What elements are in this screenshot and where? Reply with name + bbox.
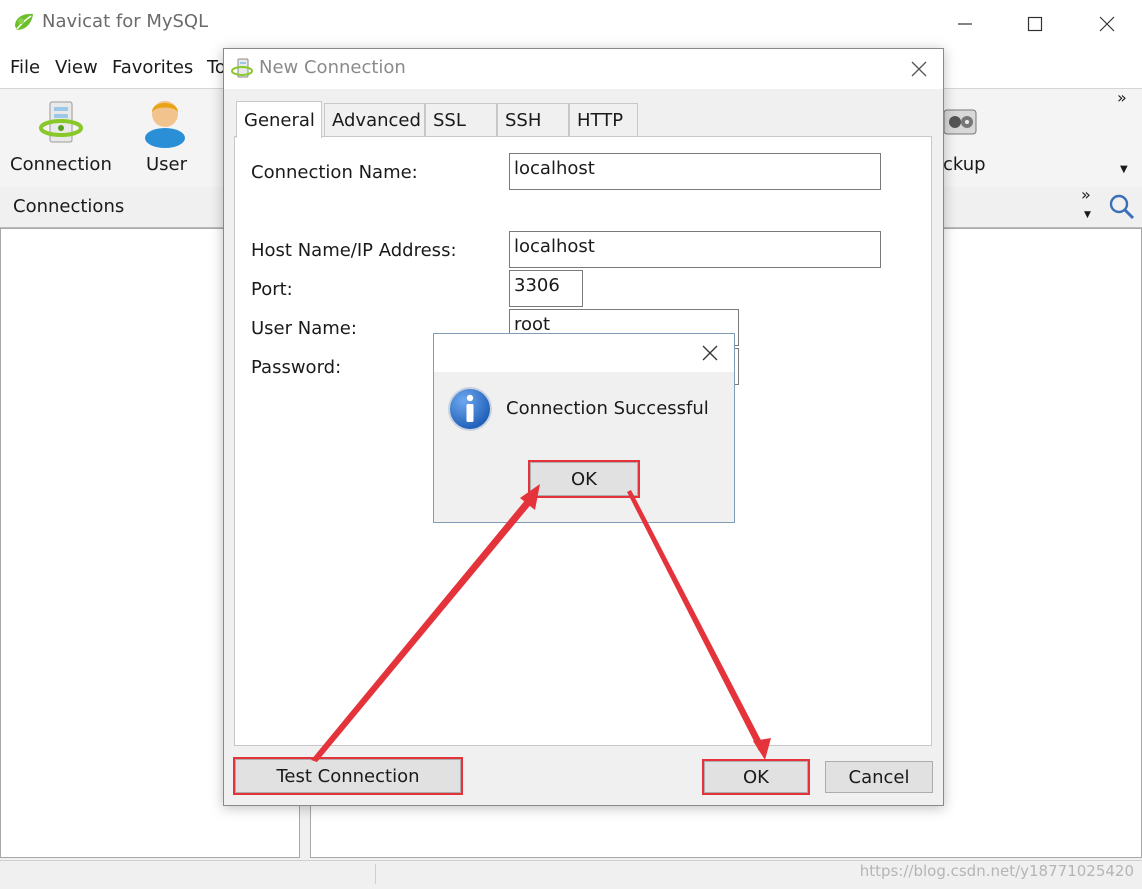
info-icon [448,387,492,431]
user-name-label: User Name: [251,318,357,339]
toolbar-user-label: User [146,154,188,175]
message-text: Connection Successful [506,398,709,419]
maximize-icon [1027,16,1043,32]
message-box-close-button[interactable] [696,340,724,366]
menu-file[interactable]: File [10,57,40,78]
user-icon [145,101,185,148]
tab-advanced[interactable]: Advanced [324,103,425,136]
new-connection-icon [231,58,253,78]
maximize-button[interactable] [1000,0,1070,48]
host-label: Host Name/IP Address: [251,240,457,261]
tab-http[interactable]: HTTP [569,103,638,136]
toolbar-backup-label: ckup [943,154,986,175]
dialog-close-button[interactable] [904,55,934,83]
close-icon [702,345,718,361]
message-box: Connection Successful OK [433,333,735,523]
password-label: Password: [251,357,342,378]
dialog-title: New Connection [259,57,406,78]
menu-view[interactable]: View [55,57,98,78]
tab-ssl[interactable]: SSL [425,103,497,136]
cancel-button[interactable]: Cancel [825,761,933,793]
panel-chevron-double-right-icon[interactable]: » [1081,185,1091,204]
minimize-button[interactable] [930,0,1000,48]
app-title: Navicat for MySQL [42,11,209,32]
backup-icon [943,109,977,135]
port-input[interactable]: 3306 [509,270,583,307]
toolbar-connection-label: Connection [10,154,112,175]
message-box-body: Connection Successful OK [434,372,734,522]
navicat-logo-icon [15,13,33,30]
message-box-title-bar [434,334,734,372]
search-icon[interactable] [1108,193,1136,221]
toolbar-user-button[interactable]: User [132,94,202,182]
chevron-double-right-icon[interactable]: » [1117,88,1127,107]
test-connection-highlight [233,757,463,795]
connection-icon [39,101,83,143]
ok-button-highlight [702,759,810,795]
connection-name-input[interactable]: localhost [509,153,881,190]
panel-dropdown-icon[interactable]: ▼ [1084,210,1091,220]
toolbar-dropdown-icon[interactable]: ▼ [1120,164,1128,175]
close-icon [911,61,927,77]
toolbar-backup-button[interactable]: ckup [940,94,1000,182]
close-icon [1099,16,1115,32]
port-label: Port: [251,279,293,300]
tab-ssh[interactable]: SSH [497,103,569,136]
menu-favorites[interactable]: Favorites [112,57,193,78]
title-bar: Navicat for MySQL [0,0,1142,48]
host-input[interactable]: localhost [509,231,881,268]
connections-title: Connections [13,196,125,217]
status-divider [375,864,376,884]
close-button[interactable] [1072,0,1142,48]
toolbar-connection-button[interactable]: Connection [4,94,116,182]
minimize-icon [958,23,972,25]
tab-general[interactable]: General [236,101,322,138]
dialog-title-bar: New Connection [224,49,943,89]
connection-name-label: Connection Name: [251,162,418,183]
watermark-text: https://blog.csdn.net/y18771025420 [859,862,1134,880]
message-ok-highlight [528,460,640,498]
